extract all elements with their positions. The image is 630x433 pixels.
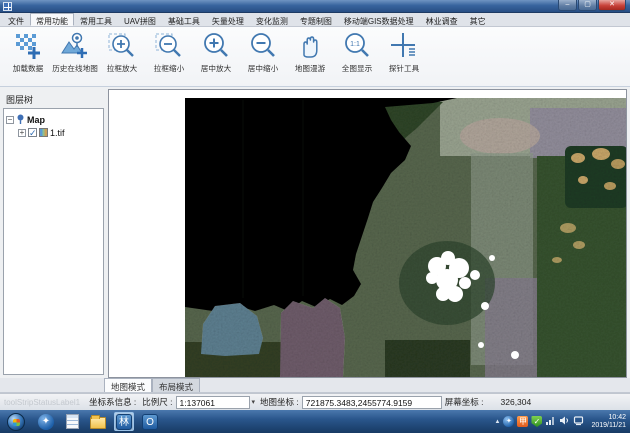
tree-node-map[interactable]: − Map xyxy=(6,113,101,126)
full-extent-button[interactable]: 1:1 全图显示 xyxy=(333,30,380,74)
clock-date: 2019/11/21 xyxy=(591,422,626,430)
title-bar[interactable]: – ▢ ✕ xyxy=(0,0,630,13)
tab-change-monitoring[interactable]: 变化监测 xyxy=(250,13,294,26)
pan-hand-icon xyxy=(294,30,326,62)
box-zoom-out-icon xyxy=(153,30,185,62)
tab-map-mode[interactable]: 地图模式 xyxy=(104,378,152,392)
toolbar-button-label: 拉框缩小 xyxy=(153,63,183,73)
taskbar-forestry-app-active[interactable]: 林 xyxy=(114,412,134,431)
scale-label: 比例尺 : xyxy=(142,396,172,408)
main-area: 图层树 − Map + ✓ 1.tif xyxy=(0,87,630,378)
box-zoom-out-button[interactable]: 拉框缩小 xyxy=(145,30,192,74)
windows-taskbar: ✦ 林 O ▲ ✦ 甲 ✓ xyxy=(0,410,630,433)
satellite-imagery xyxy=(185,98,627,377)
pan-button[interactable]: 地图漫游 xyxy=(286,30,333,74)
probe-tool-icon xyxy=(388,30,420,62)
system-tray: ▲ ✦ 甲 ✓ xyxy=(495,413,630,431)
taskbar-notepad-app[interactable] xyxy=(62,412,82,431)
application-window: – ▢ ✕ 文件 常用功能 常用工具 UAV拼图 基础工具 矢量处理 变化监测 … xyxy=(0,0,630,433)
tray-expand-arrow-icon[interactable]: ▲ xyxy=(495,419,501,425)
start-button[interactable] xyxy=(7,413,25,431)
notepad-icon xyxy=(66,414,79,429)
status-placeholder-label: toolStripStatusLabel1 xyxy=(4,398,80,407)
toolbar-button-label: 全图显示 xyxy=(341,63,371,73)
tray-action-center-icon[interactable] xyxy=(573,413,584,431)
tray-network-icon[interactable] xyxy=(545,413,556,431)
tab-forestry-survey[interactable]: 林业调查 xyxy=(420,13,464,26)
box-zoom-in-icon xyxy=(106,30,138,62)
tab-vector-processing[interactable]: 矢量处理 xyxy=(206,13,250,26)
map-node-label: Map xyxy=(27,115,45,125)
toolbar-button-label: 居中缩小 xyxy=(247,63,277,73)
close-button[interactable]: ✕ xyxy=(598,0,626,11)
map-node-icon xyxy=(16,114,25,125)
taskbar-o-app[interactable]: O xyxy=(140,412,160,431)
tab-mobile-gis-data[interactable]: 移动端GIS数据处理 xyxy=(338,13,420,26)
folder-icon xyxy=(90,417,106,429)
tab-file[interactable]: 文件 xyxy=(2,13,30,26)
app-window-icon xyxy=(3,2,12,11)
tab-uav-mosaic[interactable]: UAV拼图 xyxy=(118,13,162,26)
o-app-icon: O xyxy=(142,414,158,430)
toolbar: 加载数据 历史在线地图 xyxy=(0,27,630,87)
tab-thematic-mapping[interactable]: 专题制图 xyxy=(294,13,338,26)
layer-visibility-checkbox[interactable]: ✓ xyxy=(28,128,37,137)
taskbar-clock[interactable]: 10:42 2019/11/21 xyxy=(591,414,626,430)
view-mode-tab-bar: 地图模式 布局模式 xyxy=(0,378,630,393)
screen-coordinate-value: 326,304 xyxy=(501,397,532,407)
layer-tree-title: 图层树 xyxy=(6,93,33,106)
center-zoom-in-button[interactable]: 居中放大 xyxy=(192,30,239,74)
tray-security-shield-icon[interactable]: ✓ xyxy=(531,416,542,427)
tab-layout-mode[interactable]: 布局模式 xyxy=(152,378,200,392)
tab-other[interactable]: 其它 xyxy=(464,13,492,26)
full-extent-icon: 1:1 xyxy=(341,30,373,62)
forestry-app-icon: 林 xyxy=(116,414,132,430)
tray-star-icon[interactable]: ✦ xyxy=(503,416,514,427)
center-zoom-out-button[interactable]: 居中缩小 xyxy=(239,30,286,74)
messenger-star-icon: ✦ xyxy=(38,414,54,430)
toolbar-button-label: 探针工具 xyxy=(388,63,418,73)
expand-expander-icon[interactable]: + xyxy=(18,129,26,137)
toolbar-button-label: 历史在线地图 xyxy=(52,63,98,73)
probe-tool-button[interactable]: 探针工具 xyxy=(380,30,427,74)
tree-node-layer[interactable]: + ✓ 1.tif xyxy=(6,126,101,139)
map-coordinate-label: 地图坐标 : xyxy=(260,396,299,408)
map-viewport[interactable] xyxy=(108,89,627,378)
taskbar-messenger-app[interactable]: ✦ xyxy=(36,412,56,431)
status-bar: toolStripStatusLabel1 坐标系信息 : 比例尺 : 1:13… xyxy=(0,393,630,410)
tray-input-method-icon[interactable]: 甲 xyxy=(517,416,528,427)
coord-system-label: 坐标系信息 : xyxy=(89,396,136,408)
layer-tree-panel[interactable]: − Map + ✓ 1.tif xyxy=(3,108,104,375)
history-online-map-icon xyxy=(59,30,91,62)
screen-coordinate-label: 屏幕坐标 : xyxy=(445,396,484,408)
tray-volume-icon[interactable] xyxy=(559,413,570,431)
ribbon-tab-bar: 文件 常用功能 常用工具 UAV拼图 基础工具 矢量处理 变化监测 专题制图 移… xyxy=(0,13,630,27)
scale-dropdown-arrow-icon[interactable]: ▾ xyxy=(252,398,256,406)
toolbar-button-label: 加载数据 xyxy=(12,63,42,73)
full-extent-icon-text: 1:1 xyxy=(350,41,360,48)
windows-logo-icon xyxy=(13,419,20,426)
load-data-button[interactable]: 加载数据 xyxy=(4,30,51,74)
map-coordinate-field[interactable]: 721875.3483,2455774.9159 xyxy=(302,396,442,409)
maximize-button[interactable]: ▢ xyxy=(578,0,597,11)
clock-time: 10:42 xyxy=(591,414,626,422)
toolbar-button-label: 地图漫游 xyxy=(294,63,324,73)
collapse-expander-icon[interactable]: − xyxy=(6,116,14,124)
scale-combobox[interactable]: 1:137061 xyxy=(176,396,250,409)
tab-common-tools[interactable]: 常用工具 xyxy=(74,13,118,26)
toolbar-button-label: 居中放大 xyxy=(200,63,230,73)
minimize-button[interactable]: – xyxy=(558,0,577,11)
tab-common-functions[interactable]: 常用功能 xyxy=(30,13,74,26)
center-zoom-in-icon xyxy=(200,30,232,62)
raster-layer-icon xyxy=(39,128,48,137)
history-online-map-button[interactable]: 历史在线地图 xyxy=(51,30,98,74)
box-zoom-in-button[interactable]: 拉框放大 xyxy=(98,30,145,74)
taskbar-explorer-app[interactable] xyxy=(88,412,108,431)
tab-basic-tools[interactable]: 基础工具 xyxy=(162,13,206,26)
center-zoom-out-icon xyxy=(247,30,279,62)
load-data-icon xyxy=(12,30,44,62)
layer-node-label: 1.tif xyxy=(50,128,65,138)
toolbar-button-label: 拉框放大 xyxy=(106,63,136,73)
